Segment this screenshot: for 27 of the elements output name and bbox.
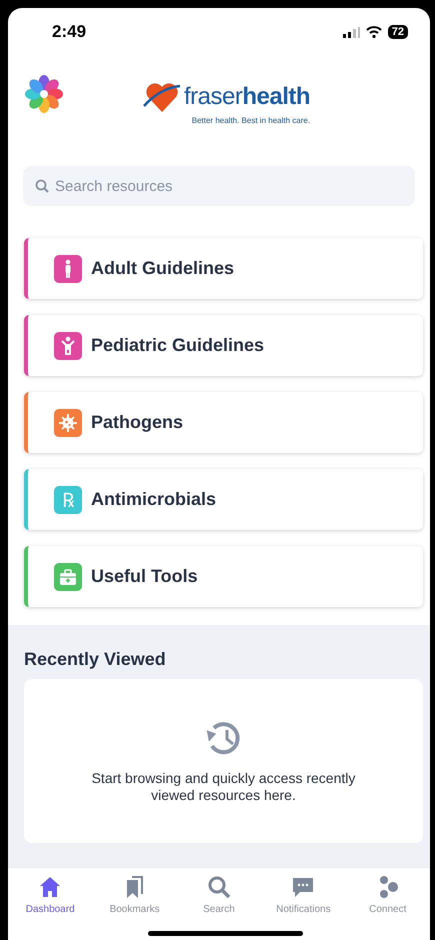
search-field[interactable]: Search resources: [23, 166, 415, 206]
medical-kit-icon: [54, 562, 82, 590]
tab-item[interactable]: Dashboard: [10, 874, 90, 940]
search-icon: [206, 874, 232, 900]
category-card[interactable]: Pathogens: [24, 392, 423, 453]
person-icon: [54, 254, 82, 282]
virus-icon: [54, 408, 82, 436]
category-card[interactable]: Adult Guidelines: [24, 238, 423, 299]
card-label: Pathogens: [91, 412, 184, 433]
rx-icon: ℞: [54, 486, 82, 514]
category-card[interactable]: ℞ Antimicrobials: [24, 469, 423, 530]
section-title: Recently Viewed: [24, 649, 167, 670]
card-label: Adult Guidelines: [91, 258, 234, 279]
card-label: Useful Tools: [91, 566, 198, 587]
card-label: Antimicrobials: [91, 489, 216, 510]
battery-level: 72: [388, 25, 408, 39]
brand-name: fraserhealth: [184, 83, 310, 111]
signal-icon: [342, 26, 360, 38]
child-icon: [54, 332, 82, 360]
category-card[interactable]: Pediatric Guidelines: [24, 315, 423, 376]
wifi-icon: [366, 26, 382, 38]
flower-logo-icon: [24, 74, 64, 114]
card-label: Pediatric Guidelines: [91, 335, 264, 356]
empty-message: Start browsing and quickly access recently viewed resources here.: [90, 770, 356, 804]
category-card[interactable]: Useful Tools: [24, 546, 423, 607]
status-time: 2:49: [52, 22, 86, 42]
tagline: Better health. Best in health care.: [192, 116, 310, 125]
